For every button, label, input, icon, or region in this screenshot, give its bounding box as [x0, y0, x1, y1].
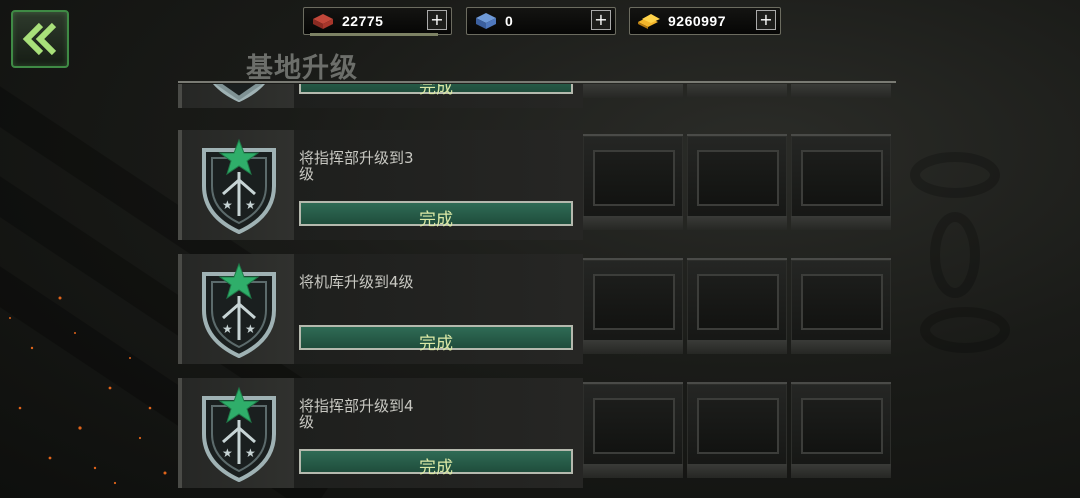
- task-description: 将指挥部升级到3级: [299, 149, 414, 183]
- task-emblem-cell: ★ ★: [178, 378, 294, 488]
- gold-count: 9260997: [668, 13, 727, 29]
- task-complete-button[interactable]: 完成: [299, 325, 573, 354]
- task-list[interactable]: 完成 ★ ★ 将指挥部升级到3级 完成 ★ ★ 将机库升级到4级 完成 ★ ★ …: [178, 84, 898, 498]
- task-info-cell: 将机库升级到4级 完成: [294, 254, 583, 364]
- reward-slot: [687, 134, 787, 230]
- resource-bar-crates: 0 +: [466, 7, 616, 35]
- reward-slot: [791, 258, 891, 354]
- task-complete-button[interactable]: 完成: [299, 201, 573, 230]
- reward-slot: [583, 134, 683, 230]
- task-status-label: 完成: [419, 210, 453, 230]
- task-info-cell: 将指挥部升级到3级 完成: [294, 130, 583, 240]
- task-row: ★ ★ 将指挥部升级到4级 完成: [178, 378, 896, 488]
- task-status-label: 完成: [419, 84, 453, 98]
- bricks-progress: [310, 33, 438, 36]
- reward-slot: [583, 84, 683, 98]
- task-row: ★ ★ 将指挥部升级到3级 完成: [178, 130, 896, 240]
- bricks-count: 22775: [342, 13, 384, 29]
- task-status-label: 完成: [419, 458, 453, 478]
- svg-text:★: ★: [245, 446, 256, 460]
- reward-slot: [791, 84, 891, 98]
- add-gold-button[interactable]: +: [756, 10, 776, 30]
- reward-slot: [583, 382, 683, 478]
- double-chevron-left-icon: [22, 22, 57, 56]
- title-divider: [178, 81, 896, 83]
- svg-text:★: ★: [222, 198, 233, 212]
- task-row: 完成: [178, 84, 896, 108]
- gold-bars-icon: [638, 14, 660, 29]
- task-description: 将机库升级到4级: [299, 273, 414, 291]
- task-description: 将指挥部升级到4级: [299, 397, 414, 431]
- svg-text:★: ★: [245, 198, 256, 212]
- svg-text:★: ★: [222, 322, 233, 336]
- task-info-cell: 完成: [294, 84, 583, 108]
- task-complete-button[interactable]: 完成: [299, 84, 573, 98]
- resource-bar-gold: 9260997 +: [629, 7, 781, 35]
- reward-slot: [687, 258, 787, 354]
- reward-slot: [791, 382, 891, 478]
- reward-slot: [791, 134, 891, 230]
- page-title: 基地升级: [246, 53, 358, 84]
- reward-slot: [687, 382, 787, 478]
- task-emblem-cell: ★ ★: [178, 254, 294, 364]
- add-bricks-button[interactable]: +: [427, 10, 447, 30]
- back-button[interactable]: [11, 10, 69, 68]
- reward-slot: [687, 84, 787, 98]
- task-status-label: 完成: [419, 334, 453, 354]
- crates-count: 0: [505, 13, 514, 29]
- star-shield-icon: ★ ★: [202, 386, 276, 482]
- star-shield-icon: ★ ★: [202, 138, 276, 234]
- crate-icon: [476, 13, 496, 29]
- task-row: ★ ★ 将机库升级到4级 完成: [178, 254, 896, 364]
- svg-text:★: ★: [245, 322, 256, 336]
- svg-text:★: ★: [222, 446, 233, 460]
- bricks-icon: [313, 14, 333, 29]
- resource-bar-bricks: 22775 +: [303, 7, 452, 35]
- star-shield-icon: [213, 84, 265, 102]
- reward-slot: [583, 258, 683, 354]
- task-info-cell: 将指挥部升级到4级 完成: [294, 378, 583, 488]
- add-crates-button[interactable]: +: [591, 10, 611, 30]
- star-shield-icon: ★ ★: [202, 262, 276, 358]
- task-complete-button[interactable]: 完成: [299, 449, 573, 478]
- task-emblem-cell: [178, 84, 294, 108]
- task-emblem-cell: ★ ★: [178, 130, 294, 240]
